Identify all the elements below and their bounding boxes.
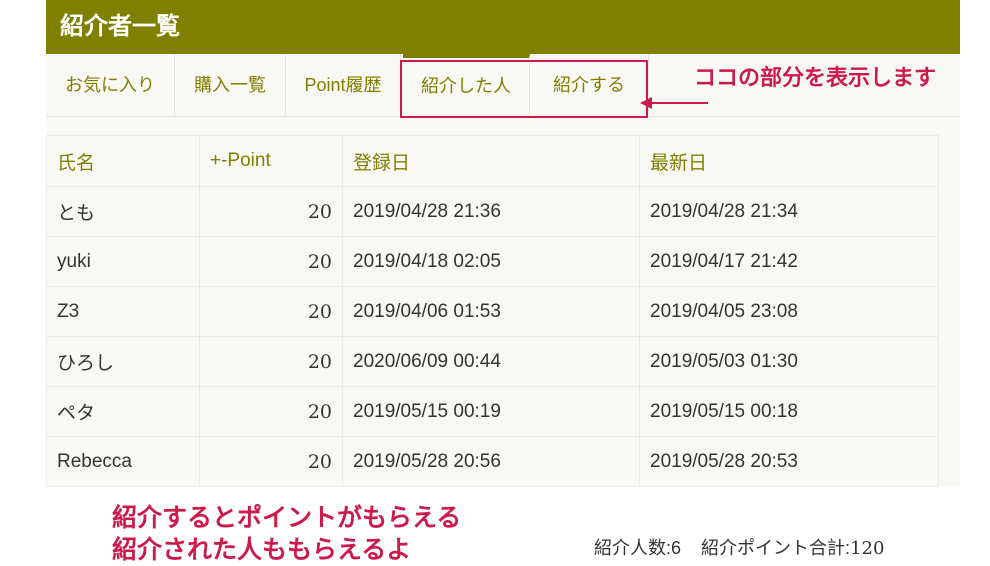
table-row: Z3 20 2019/04/06 01:53 2019/04/05 23:08 <box>46 286 939 337</box>
cell-registered: 2019/04/28 21:36 <box>342 186 640 237</box>
cell-registered: 2020/06/09 00:44 <box>342 336 640 387</box>
referral-total-label: 紹介ポイント合計: <box>701 538 851 558</box>
cell-latest: 2019/04/28 21:34 <box>639 186 939 237</box>
column-header-latest: 最新日 <box>639 135 939 187</box>
cell-registered: 2019/05/28 20:56 <box>342 436 640 487</box>
promo-line-2: 紹介された人ももらえるよ <box>112 535 412 564</box>
cell-name: ペタ <box>46 386 200 437</box>
annotation-arrow-icon <box>640 97 652 109</box>
cell-name: Rebecca <box>46 436 200 487</box>
promo-annotation: 紹介するとポイントがもらえる 紹介された人ももらえるよ <box>112 502 461 566</box>
annotation-arrow-line <box>650 102 708 104</box>
referral-total-points: 120 <box>850 538 885 559</box>
table-row: ペタ 20 2019/05/15 00:19 2019/05/15 00:18 <box>46 386 939 437</box>
annotation-highlight-box <box>400 60 648 118</box>
cell-point: 20 <box>199 236 343 287</box>
table-row: ひろし 20 2020/06/09 00:44 2019/05/03 01:30 <box>46 336 939 387</box>
cell-point: 20 <box>199 436 343 487</box>
page-title: 紹介者一覧 <box>60 13 180 40</box>
cell-latest: 2019/05/15 00:18 <box>639 386 939 437</box>
column-header-point: +-Point <box>199 135 343 187</box>
cell-latest: 2019/04/05 23:08 <box>639 286 939 337</box>
cell-latest: 2019/05/03 01:30 <box>639 336 939 387</box>
cell-name: ひろし <box>46 336 200 387</box>
tab-favorites[interactable]: お気に入り <box>46 54 175 116</box>
column-header-name: 氏名 <box>46 135 200 187</box>
cell-name: yuki <box>46 236 200 287</box>
column-header-registered: 登録日 <box>342 135 640 187</box>
cell-latest: 2019/05/28 20:53 <box>639 436 939 487</box>
cell-point: 20 <box>199 186 343 237</box>
table-row: とも 20 2019/04/28 21:36 2019/04/28 21:34 <box>46 186 939 237</box>
cell-registered: 2019/05/15 00:19 <box>342 386 640 437</box>
table-row: Rebecca 20 2019/05/28 20:56 2019/05/28 2… <box>46 436 939 487</box>
table-header-row: 氏名 +-Point 登録日 最新日 <box>46 135 939 187</box>
table-row: yuki 20 2019/04/18 02:05 2019/04/17 21:4… <box>46 236 939 287</box>
cell-name: とも <box>46 186 200 237</box>
referral-count-label: 紹介人数: <box>594 538 672 558</box>
referral-summary: 紹介人数:6 紹介ポイント合計:120 <box>594 534 884 560</box>
cell-name: Z3 <box>46 286 200 337</box>
cell-point: 20 <box>199 286 343 337</box>
referral-table: 氏名 +-Point 登録日 最新日 とも 20 2019/04/28 21:3… <box>46 135 939 487</box>
tab-purchases[interactable]: 購入一覧 <box>175 54 286 116</box>
tab-point-history[interactable]: Point履歴 <box>286 54 401 116</box>
page-header: 紹介者一覧 <box>46 0 960 54</box>
cell-point: 20 <box>199 386 343 437</box>
cell-point: 20 <box>199 336 343 387</box>
promo-line-1: 紹介するとポイントがもらえる <box>112 503 462 532</box>
cell-registered: 2019/04/18 02:05 <box>342 236 640 287</box>
referral-count: 6 <box>671 538 682 558</box>
cell-registered: 2019/04/06 01:53 <box>342 286 640 337</box>
cell-latest: 2019/04/17 21:42 <box>639 236 939 287</box>
annotation-callout: ココの部分を表示します <box>694 66 937 91</box>
